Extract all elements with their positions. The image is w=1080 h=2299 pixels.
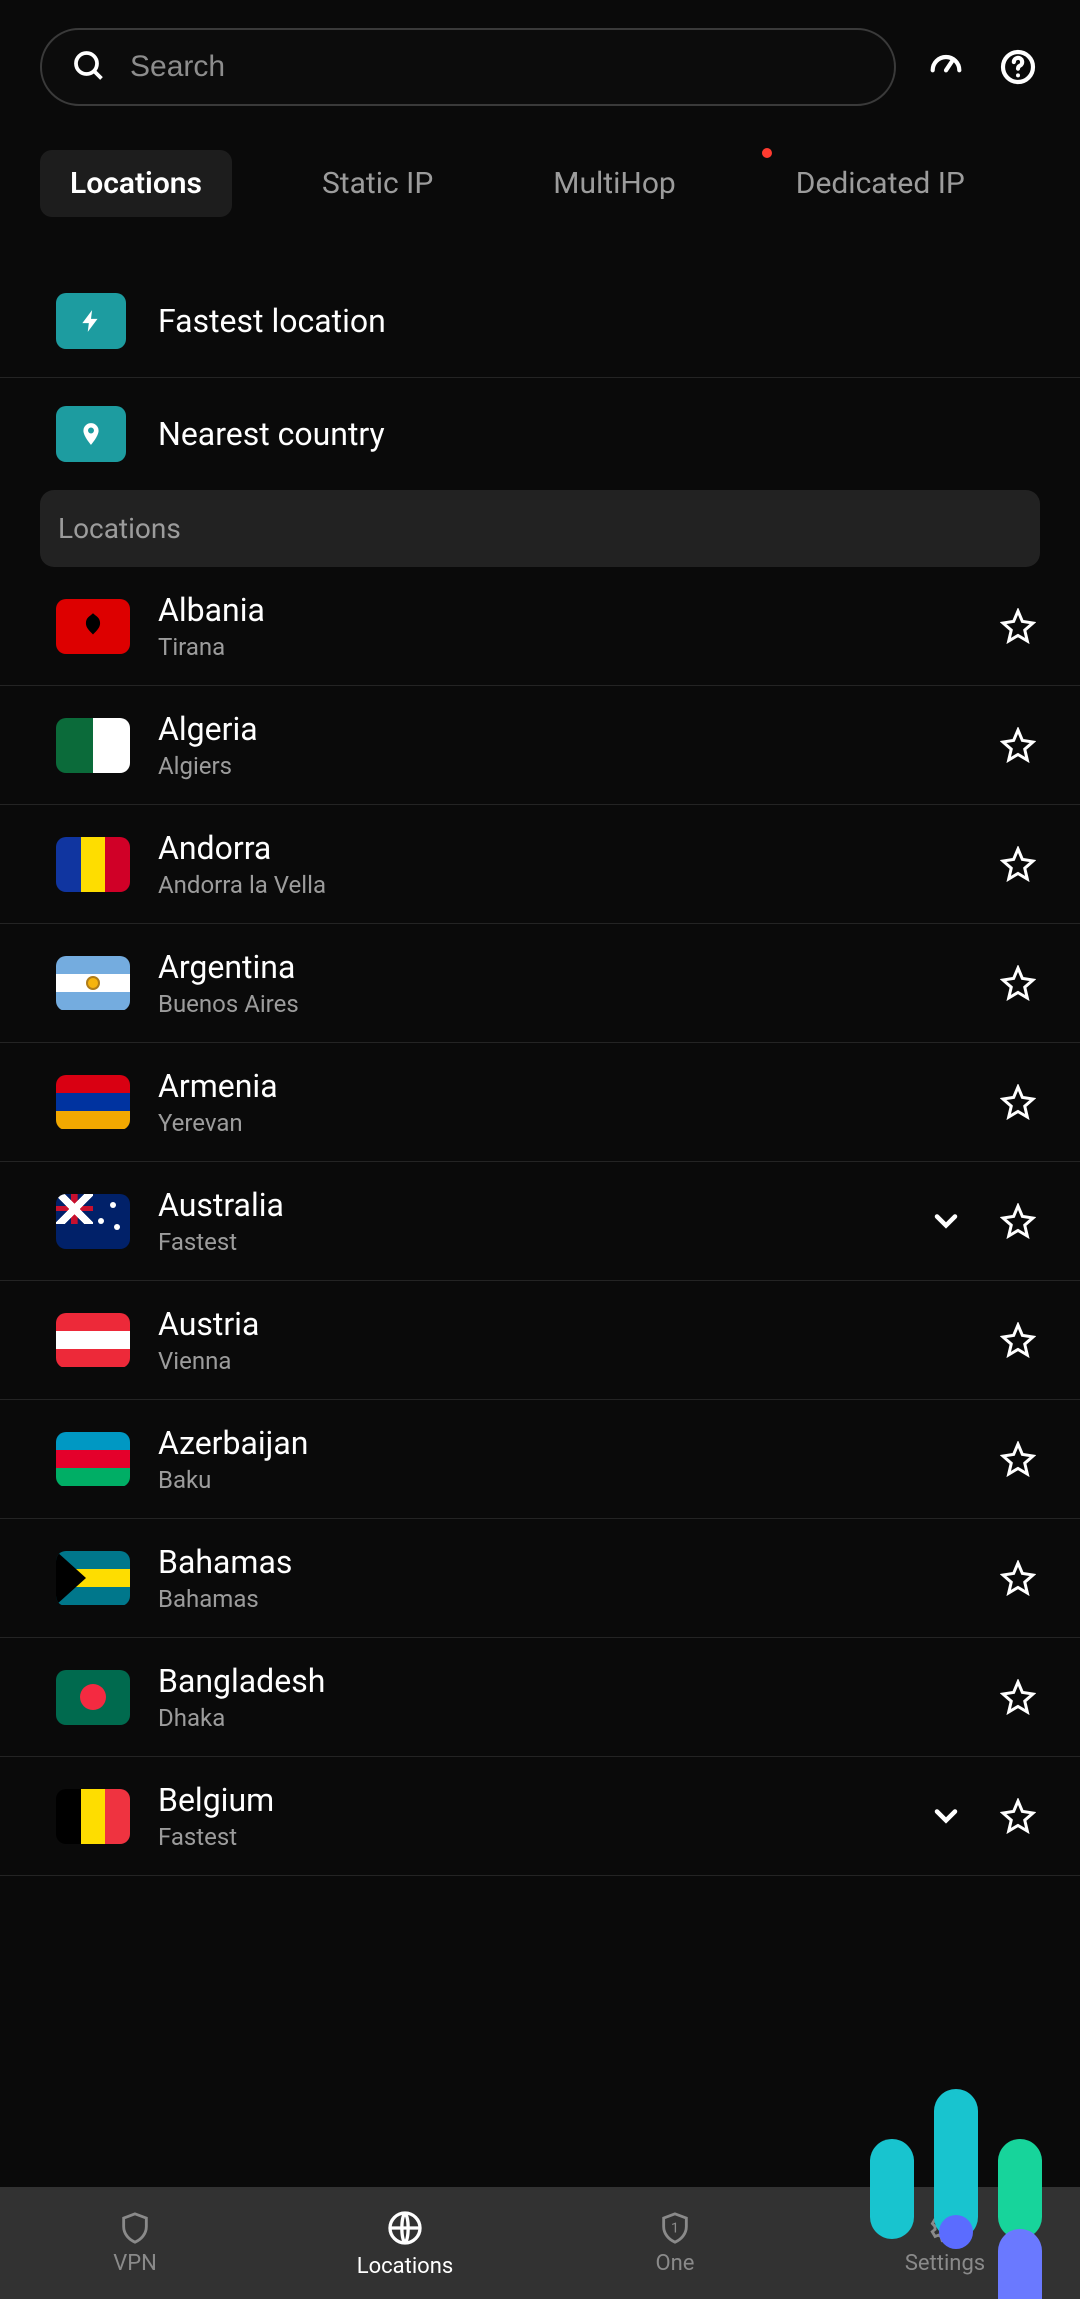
category-tabs: Locations Static IP MultiHop Dedicated I… — [0, 106, 1080, 217]
favorite-button[interactable] — [996, 1437, 1040, 1481]
country-sub: Bahamas — [158, 1585, 968, 1613]
country-name: Australia — [158, 1186, 896, 1224]
nav-locations[interactable]: Locations — [270, 2187, 540, 2299]
country-sub: Algiers — [158, 752, 968, 780]
favorite-button[interactable] — [996, 1675, 1040, 1719]
country-name: Austria — [158, 1305, 968, 1343]
tab-label: MultiHop — [553, 166, 676, 201]
country-sub: Fastest — [158, 1823, 896, 1851]
nav-one[interactable]: 1 One — [540, 2187, 810, 2299]
country-name: Belgium — [158, 1781, 896, 1819]
flag-icon — [56, 1313, 130, 1368]
tab-locations[interactable]: Locations — [40, 150, 232, 217]
country-row[interactable]: Azerbaijan Baku — [0, 1400, 1080, 1519]
favorite-button[interactable] — [996, 1199, 1040, 1243]
favorite-button[interactable] — [996, 723, 1040, 767]
country-name: Albania — [158, 591, 968, 629]
country-name: Andorra — [158, 829, 968, 867]
favorite-button[interactable] — [996, 842, 1040, 886]
tab-dedicated-ip[interactable]: Dedicated IP — [766, 150, 995, 217]
flag-icon — [56, 1075, 130, 1130]
country-sub: Yerevan — [158, 1109, 968, 1137]
flag-icon — [56, 599, 130, 654]
speed-icon[interactable] — [924, 45, 968, 89]
country-sub: Vienna — [158, 1347, 968, 1375]
country-row[interactable]: Argentina Buenos Aires — [0, 924, 1080, 1043]
search-input[interactable] — [130, 50, 866, 84]
search-bar[interactable] — [40, 28, 896, 106]
country-name: Argentina — [158, 948, 968, 986]
country-row[interactable]: Andorra Andorra la Vella — [0, 805, 1080, 924]
country-name: Bangladesh — [158, 1662, 968, 1700]
favorite-button[interactable] — [996, 1556, 1040, 1600]
favorite-button[interactable] — [996, 961, 1040, 1005]
favorite-button[interactable] — [996, 604, 1040, 648]
flag-icon — [56, 718, 130, 773]
country-sub: Baku — [158, 1466, 968, 1494]
flag-icon — [56, 837, 130, 892]
svg-text:1: 1 — [671, 2220, 679, 2236]
favorite-button[interactable] — [996, 1080, 1040, 1124]
nearest-country-label: Nearest country — [158, 415, 385, 453]
expand-button[interactable] — [924, 1794, 968, 1838]
country-row[interactable]: Australia Fastest — [0, 1162, 1080, 1281]
locations-section-header: Locations — [40, 490, 1040, 567]
floating-widget-handle[interactable] — [998, 2229, 1042, 2299]
tab-label: Dedicated IP — [796, 166, 965, 201]
country-row[interactable]: Armenia Yerevan — [0, 1043, 1080, 1162]
country-sub: Tirana — [158, 633, 968, 661]
fastest-location-label: Fastest location — [158, 302, 386, 340]
nav-label: Settings — [905, 2251, 985, 2276]
tab-static-ip[interactable]: Static IP — [292, 150, 463, 217]
help-icon[interactable] — [996, 45, 1040, 89]
nav-label: VPN — [113, 2251, 157, 2276]
country-row[interactable]: Bahamas Bahamas — [0, 1519, 1080, 1638]
country-sub: Dhaka — [158, 1704, 968, 1732]
country-row[interactable]: Belgium Fastest — [0, 1757, 1080, 1876]
nearest-country-row[interactable]: Nearest country — [0, 378, 1080, 490]
flag-icon — [56, 1194, 130, 1249]
country-row[interactable]: Algeria Algiers — [0, 686, 1080, 805]
tab-multihop[interactable]: MultiHop — [523, 150, 706, 217]
flag-icon — [56, 1789, 130, 1844]
country-name: Bahamas — [158, 1543, 968, 1581]
country-name: Azerbaijan — [158, 1424, 968, 1462]
new-dot-icon — [762, 148, 772, 158]
nav-vpn[interactable]: VPN — [0, 2187, 270, 2299]
tab-label: Static IP — [322, 166, 433, 201]
country-row[interactable]: Bangladesh Dhaka — [0, 1638, 1080, 1757]
country-name: Algeria — [158, 710, 968, 748]
flag-icon — [56, 1432, 130, 1487]
favorite-button[interactable] — [996, 1794, 1040, 1838]
country-list: Albania Tirana Algeria Algiers — [0, 567, 1080, 2006]
tab-label: Locations — [70, 166, 202, 201]
fastest-location-row[interactable]: Fastest location — [0, 265, 1080, 378]
flag-icon — [56, 956, 130, 1011]
country-name: Armenia — [158, 1067, 968, 1105]
floating-widget-icon[interactable] — [870, 2089, 1042, 2239]
country-row[interactable]: Albania Tirana — [0, 567, 1080, 686]
search-icon — [70, 47, 106, 87]
favorite-button[interactable] — [996, 1318, 1040, 1362]
country-row[interactable]: Austria Vienna — [0, 1281, 1080, 1400]
nav-label: One — [656, 2251, 695, 2276]
country-sub: Buenos Aires — [158, 990, 968, 1018]
expand-button[interactable] — [924, 1199, 968, 1243]
flag-icon — [56, 1551, 130, 1606]
country-sub: Andorra la Vella — [158, 871, 968, 899]
nav-label: Locations — [357, 2254, 453, 2279]
bolt-icon — [56, 293, 126, 349]
country-sub: Fastest — [158, 1228, 896, 1256]
pin-icon — [56, 406, 126, 462]
flag-icon — [56, 1670, 130, 1725]
